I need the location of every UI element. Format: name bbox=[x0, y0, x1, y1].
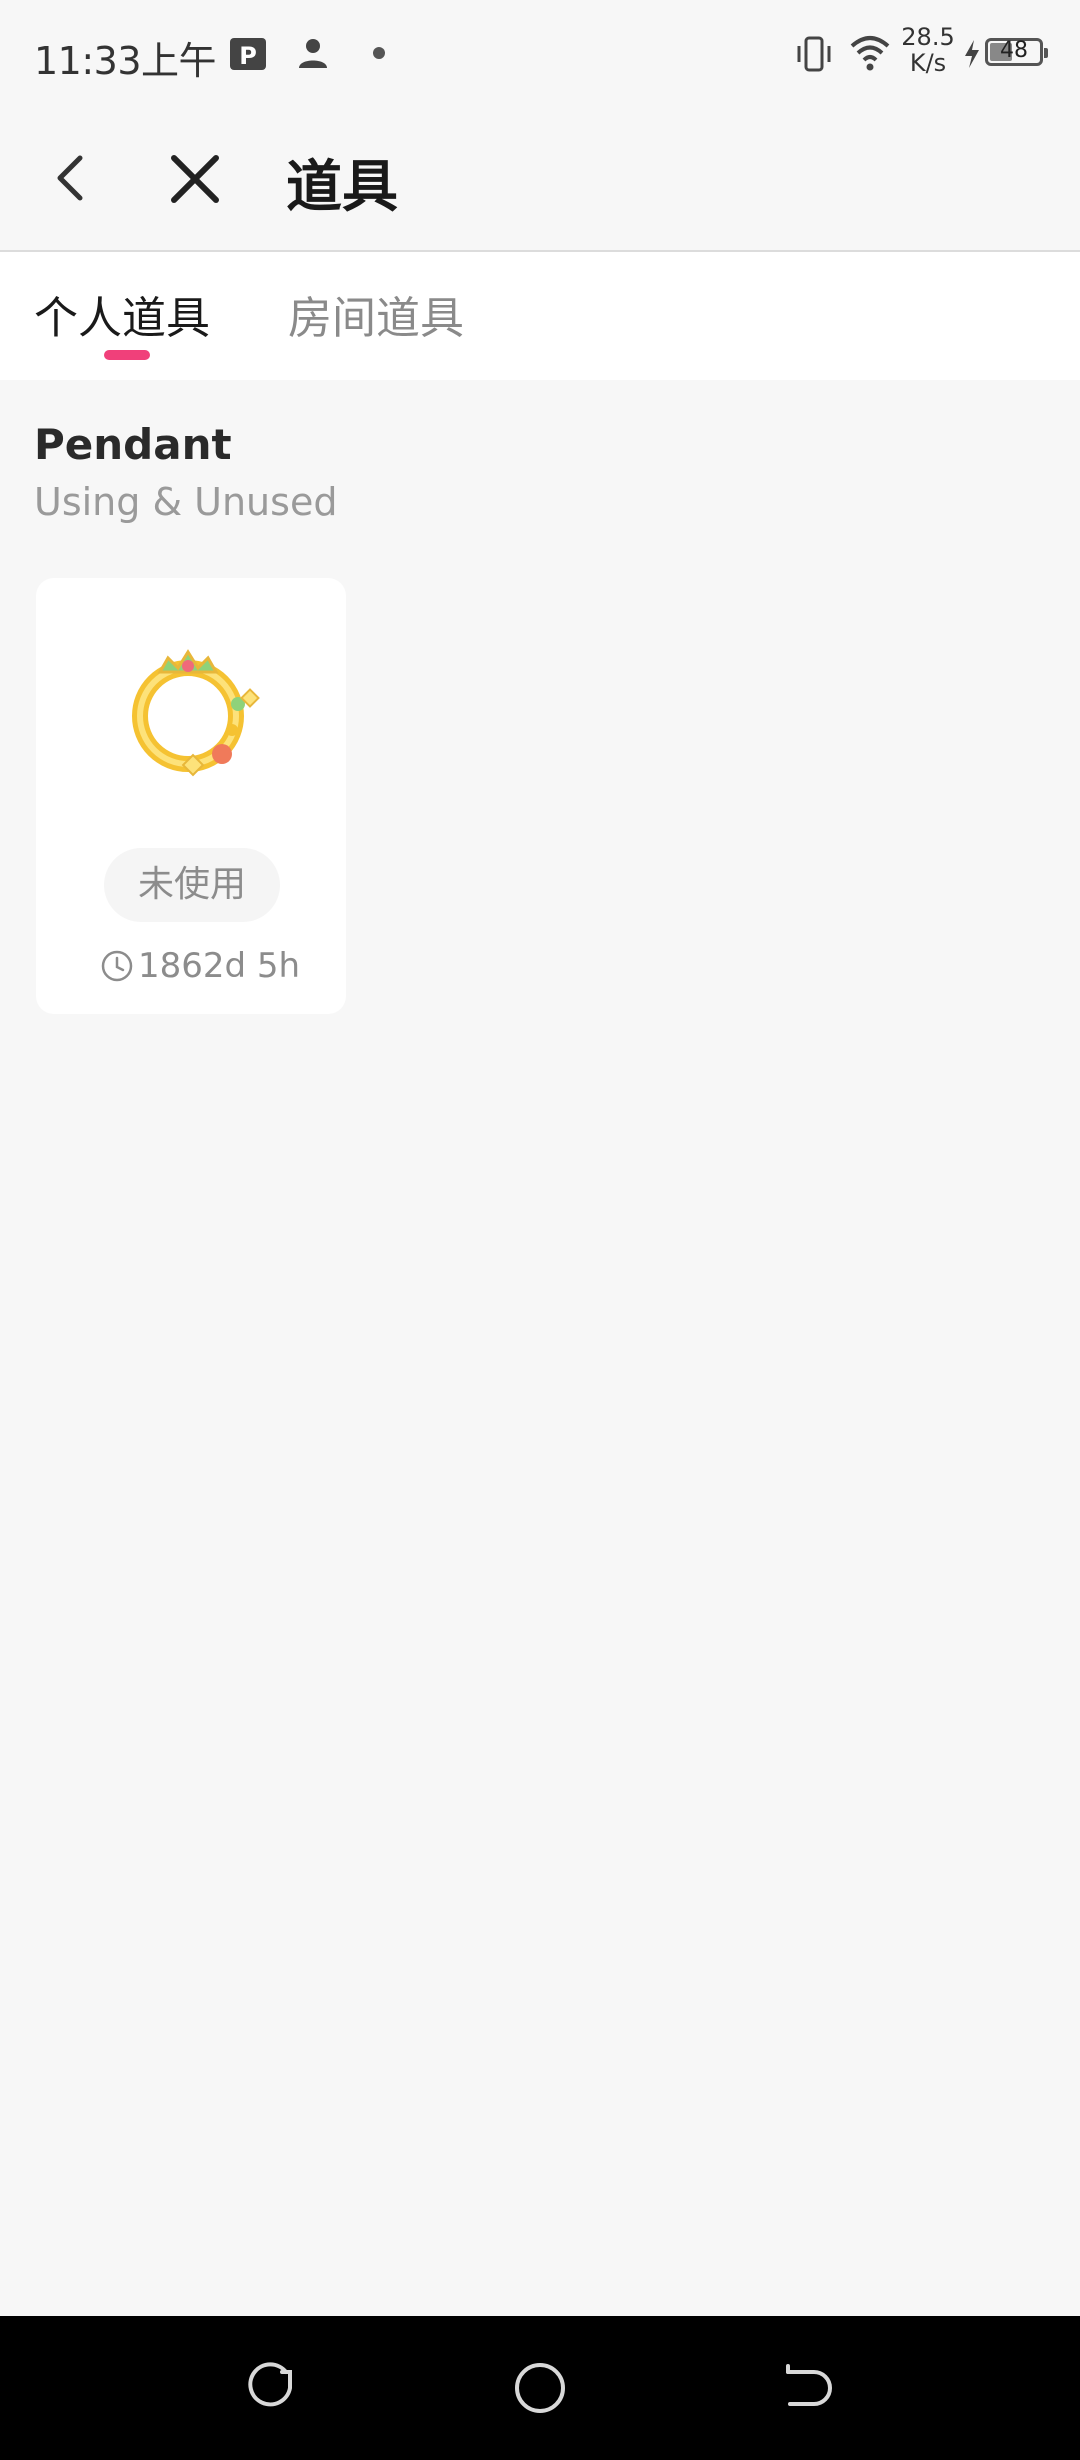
wifi-icon bbox=[850, 36, 890, 71]
dot-icon bbox=[373, 47, 385, 59]
tab-personal-items[interactable]: 个人道具 bbox=[34, 282, 210, 346]
pendant-ring-image bbox=[132, 649, 260, 777]
person-icon bbox=[299, 39, 327, 68]
close-button[interactable] bbox=[160, 144, 230, 214]
clock-icon bbox=[101, 950, 133, 982]
section-subtitle: Using & Unused bbox=[34, 480, 338, 524]
charging-icon bbox=[965, 40, 979, 68]
active-tab-indicator bbox=[104, 350, 150, 360]
battery-text: 48 bbox=[1000, 38, 1028, 63]
back-nav-button[interactable] bbox=[780, 2360, 836, 2416]
battery-icon: 48 bbox=[985, 38, 1048, 66]
recent-apps-button[interactable] bbox=[244, 2360, 300, 2416]
status-bar: 11:33上午 P 28.5 K/s 48 bbox=[0, 0, 1080, 110]
status-time: 11:33上午 bbox=[34, 39, 217, 83]
network-speed: 28.5 K/s bbox=[900, 24, 956, 76]
home-button[interactable] bbox=[512, 2360, 568, 2416]
network-speed-unit: K/s bbox=[909, 49, 947, 77]
title-bar: 道具 bbox=[0, 110, 1080, 252]
time-left-text: 1862d 5h bbox=[138, 946, 301, 986]
back-button[interactable] bbox=[40, 146, 104, 210]
item-card[interactable]: 未使用 1862d 5h bbox=[36, 578, 346, 1014]
section-title: Pendant bbox=[34, 420, 232, 469]
network-speed-value: 28.5 bbox=[901, 23, 955, 51]
tab-bar: 个人道具 房间道具 bbox=[0, 252, 1080, 380]
system-nav-bar bbox=[0, 2316, 1080, 2460]
item-time-left: 1862d 5h bbox=[100, 944, 300, 988]
item-status-pill: 未使用 bbox=[104, 848, 280, 922]
tab-room-items[interactable]: 房间道具 bbox=[288, 282, 464, 346]
svg-text:P: P bbox=[239, 42, 257, 70]
app-notification-icon: P bbox=[230, 38, 266, 70]
vibrate-icon bbox=[797, 36, 831, 72]
page-title: 道具 bbox=[286, 155, 398, 220]
